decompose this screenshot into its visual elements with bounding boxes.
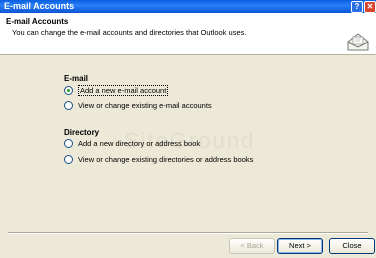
radio-add-directory[interactable] xyxy=(64,139,73,148)
next-button[interactable]: Next > xyxy=(277,238,323,254)
view-email-accounts-option[interactable]: View or change existing e-mail accounts xyxy=(64,101,212,110)
header-title: E-mail Accounts xyxy=(6,17,69,26)
radio-view-directories[interactable] xyxy=(64,155,73,164)
close-button[interactable]: Close xyxy=(329,238,375,254)
view-email-accounts-label: View or change existing e-mail accounts xyxy=(78,101,212,110)
view-directories-label: View or change existing directories or a… xyxy=(78,155,254,164)
email-accounts-dialog: E-mail Accounts ? ✕ E-mail Accounts You … xyxy=(0,0,376,258)
view-directories-option[interactable]: View or change existing directories or a… xyxy=(64,155,253,164)
close-window-button[interactable]: ✕ xyxy=(364,1,376,13)
header-panel: E-mail Accounts You can change the e-mai… xyxy=(0,13,376,55)
add-directory-label: Add a new directory or address book xyxy=(78,139,201,148)
email-accounts-icon xyxy=(347,33,369,51)
help-button[interactable]: ? xyxy=(351,1,363,13)
footer-separator xyxy=(8,232,368,234)
header-description: You can change the e-mail accounts and d… xyxy=(12,28,247,37)
title-bar[interactable]: E-mail Accounts ? ✕ xyxy=(0,0,376,13)
back-button[interactable]: < Back xyxy=(229,238,275,254)
directory-section-title: Directory xyxy=(64,128,100,137)
add-directory-option[interactable]: Add a new directory or address book xyxy=(64,139,200,148)
email-section-title: E-mail xyxy=(64,74,89,83)
radio-add-email-account[interactable] xyxy=(64,86,73,95)
add-email-account-option[interactable]: Add a new e-mail account xyxy=(64,85,169,96)
add-email-account-label: Add a new e-mail account xyxy=(78,85,169,96)
radio-view-email-accounts[interactable] xyxy=(64,101,73,110)
window-title: E-mail Accounts xyxy=(4,1,75,11)
